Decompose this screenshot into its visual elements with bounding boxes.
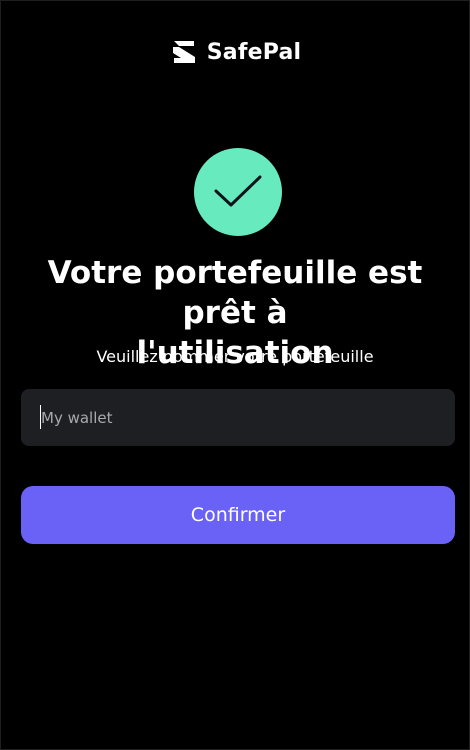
check-icon bbox=[214, 175, 262, 207]
safepal-logo-icon bbox=[172, 41, 195, 63]
wallet-name-input[interactable] bbox=[21, 389, 455, 446]
brand-name: SafePal bbox=[206, 39, 302, 65]
text-cursor bbox=[40, 405, 41, 429]
page-subtitle: Veuillez nommer votre portefeuille bbox=[96, 347, 374, 366]
wallet-name-field bbox=[21, 389, 455, 446]
brand-header: SafePal bbox=[1, 37, 469, 67]
confirm-button[interactable]: Confirmer bbox=[21, 486, 455, 544]
app-window: SafePal Votre portefeuille est prêt à l'… bbox=[0, 0, 470, 750]
success-badge bbox=[194, 148, 282, 236]
